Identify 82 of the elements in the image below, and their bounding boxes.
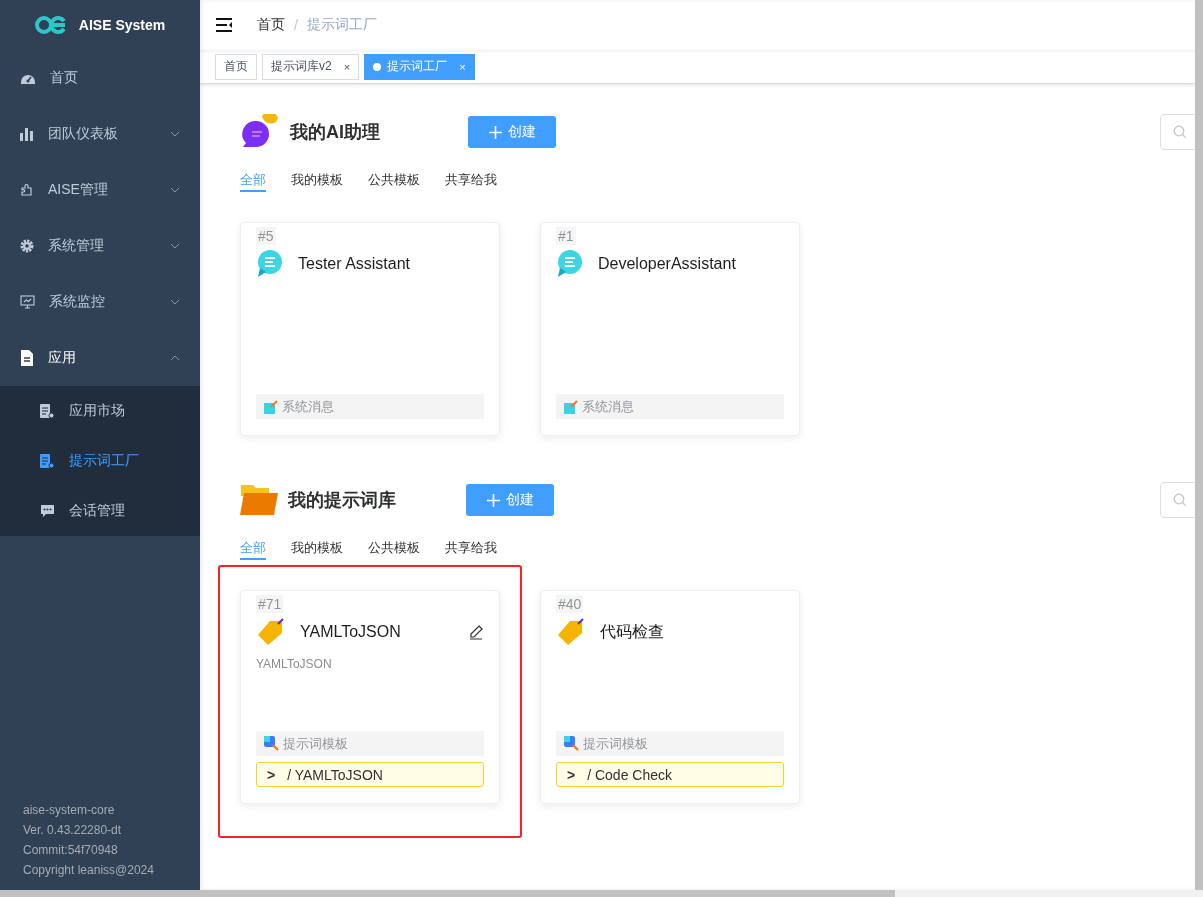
submenu-item[interactable]: 会话管理 [0,486,200,536]
card-title: Tester Assistant [298,255,412,273]
category-label: 提示词模板 [583,734,648,753]
template-card[interactable]: #71 YAMLToJSON YAMLToJSON 提示词模板 > / YAMLToJSON [240,590,500,804]
id-label: #1 [556,227,576,245]
chevron-down-icon [170,243,180,249]
version-info: Ver. 0.43.22280-dt [23,822,123,839]
server-icon [40,403,55,419]
command-text: / Code Check [587,766,672,783]
menu-item[interactable]: 系统管理 [0,218,200,274]
server-icon [40,453,55,469]
template-card[interactable]: #40 代码检查 提示词模板 > / Code Check [540,590,800,804]
card-description: YAMLToJSON [256,657,333,671]
chevron-down-icon [170,131,180,137]
page-tab[interactable]: 首页 [215,53,257,80]
tag-icon [556,617,586,647]
id-label: #71 [256,595,284,613]
id-label: #5 [256,227,276,245]
filter-tab[interactable]: 公共模板 [368,166,420,192]
menu-item[interactable]: 系统监控 [0,274,200,330]
breadcrumb-item[interactable]: 首页 [257,16,285,34]
version-info: aise-system-core [23,802,116,819]
submenu-item[interactable]: 提示词工厂 [0,436,200,486]
card-title: 代码检查 [600,621,665,642]
id-label: #40 [556,595,584,613]
search-icon [1173,125,1187,139]
puzzle-icon [20,183,34,197]
category-label: 系统消息 [282,397,334,416]
category-label: 提示词模板 [283,734,348,753]
note-icon [264,399,278,414]
filter-tab[interactable]: 公共模板 [368,534,420,560]
close-icon[interactable]: × [343,60,351,73]
prompt-symbol: > [267,766,276,783]
template-card[interactable]: #5 Tester Assistant 系统消息 [240,222,500,436]
filter-tab[interactable]: 我的模板 [291,166,343,192]
section-title: 我的提示词库 [288,489,397,512]
plus-icon [486,493,500,507]
menu-item[interactable]: 首页 [0,50,200,106]
menu-item[interactable]: 团队仪表板 [0,106,200,162]
menu-item[interactable]: 应用 [0,330,200,386]
version-info: Copyright leaniss@2024 [23,862,155,879]
submenu-item[interactable]: 应用市场 [0,386,200,436]
menu-icon[interactable] [216,18,233,32]
version-info: Commit:54f70948 [23,842,119,859]
bar-chart-icon [20,127,34,141]
breadcrumb-separator: / [294,17,298,33]
command-text: / YAMLToJSON [287,766,383,783]
filter-tab[interactable]: 我的模板 [291,534,343,560]
app-title: AISE System [78,17,166,33]
filter-tab[interactable]: 共享给我 [445,534,497,560]
scrollbar[interactable] [1195,0,1203,890]
prompt-symbol: > [567,766,576,783]
monitor-icon [20,295,35,309]
section-title: 我的AI助理 [290,121,381,144]
chat-icon [256,250,284,278]
filter-tab[interactable]: 共享给我 [445,166,497,192]
template-card[interactable]: #1 DeveloperAssistant 系统消息 [540,222,800,436]
magnifier-icon [264,736,279,751]
gear-icon [20,239,34,253]
chat-bubbles-icon [240,114,280,150]
card-title: DeveloperAssistant [598,255,737,273]
chevron-up-icon [170,355,180,361]
scrollbar[interactable] [0,890,895,897]
active-dot-icon [373,62,382,71]
search-icon [1173,493,1187,507]
document-icon [20,350,34,366]
chat-icon [40,503,55,519]
logo-icon [34,15,67,35]
chevron-down-icon [170,187,180,193]
tag-icon [256,617,286,647]
menu-item[interactable]: AISE管理 [0,162,200,218]
category-label: 系统消息 [582,397,634,416]
plus-icon [488,125,502,139]
chevron-down-icon [170,299,180,305]
magnifier-icon [564,736,579,751]
pencil-icon[interactable] [469,624,484,640]
page-tab[interactable]: 提示词库v2 × [262,53,360,80]
card-title: YAMLToJSON [300,623,402,641]
note-icon [564,399,578,414]
breadcrumb-item: 提示词工厂 [306,16,377,34]
folder-icon [240,485,278,515]
chat-icon [556,250,584,278]
